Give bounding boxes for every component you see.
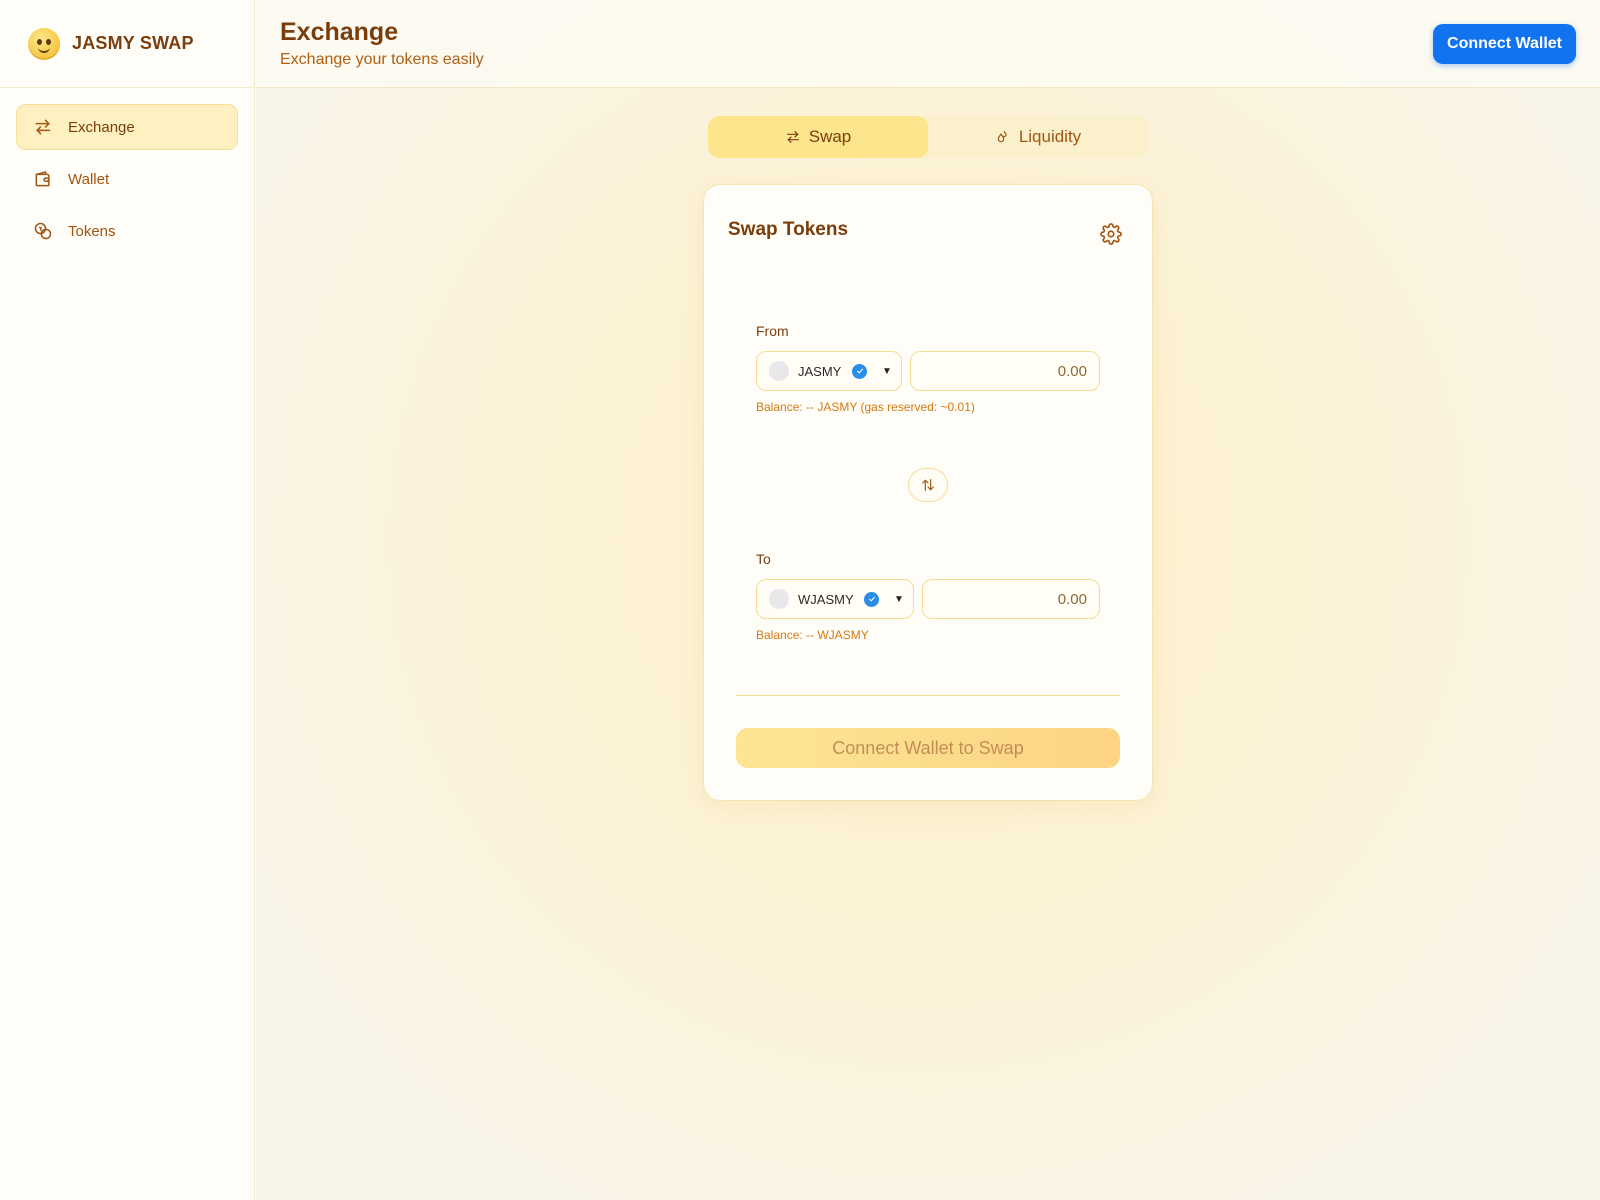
swap-arrows-icon: [786, 131, 799, 143]
arrows-exchange-icon: [33, 117, 53, 137]
to-amount-input[interactable]: [922, 579, 1100, 619]
tab-swap[interactable]: Swap: [708, 116, 928, 158]
swap-vertical-icon: [922, 479, 934, 491]
chevron-down-icon: ▼: [894, 593, 904, 605]
tab-label: Liquidity: [1018, 127, 1082, 146]
to-balance: Balance: -- WJASMY: [756, 628, 869, 642]
from-balance: Balance: -- JASMY (gas reserved: ~0.01): [756, 400, 975, 414]
swap-card: Swap Tokens From JASMY ▼ Balance: -- JAS…: [704, 185, 1152, 800]
exchange-tabs: Swap Liquidity: [708, 116, 1148, 158]
connect-wallet-to-swap-button[interactable]: Connect Wallet to Swap: [736, 728, 1120, 768]
connect-wallet-button[interactable]: Connect Wallet: [1433, 24, 1576, 64]
verified-check-icon: [852, 363, 867, 379]
sidebar-item-label: Tokens: [68, 222, 116, 240]
main-content: Exchange Exchange your tokens easily Con…: [256, 0, 1600, 1200]
brand[interactable]: JASMY SWAP: [0, 0, 254, 88]
wallet-icon: [33, 169, 53, 189]
page-subtitle: Exchange your tokens easily: [280, 51, 484, 68]
logo-icon: [28, 27, 60, 60]
droplets-icon: [997, 131, 1007, 143]
sidebar-item-label: Wallet: [68, 170, 110, 188]
to-token-name: WJASMY: [798, 591, 854, 607]
to-token-select[interactable]: WJASMY ▼: [756, 579, 914, 619]
verified-check-icon: [864, 591, 879, 607]
token-logo-icon: [769, 361, 789, 381]
sidebar-nav: Exchange Wallet Tokens: [0, 88, 254, 276]
divider: [736, 695, 1120, 696]
coins-icon: [33, 221, 53, 241]
sidebar-item-wallet[interactable]: Wallet: [16, 156, 238, 202]
token-logo-icon: [769, 589, 789, 609]
from-amount-input[interactable]: [910, 351, 1100, 391]
sidebar-item-label: Exchange: [68, 118, 135, 136]
sidebar-item-tokens[interactable]: Tokens: [16, 208, 238, 254]
flip-tokens-button[interactable]: [908, 468, 948, 502]
brand-name: JASMY SWAP: [72, 33, 194, 53]
gear-icon[interactable]: [1100, 223, 1122, 245]
from-label: From: [756, 323, 789, 339]
card-title: Swap Tokens: [728, 219, 849, 240]
page-title: Exchange: [280, 18, 399, 46]
from-token-select[interactable]: JASMY ▼: [756, 351, 902, 391]
chevron-down-icon: ▼: [882, 365, 892, 377]
tab-liquidity[interactable]: Liquidity: [928, 116, 1148, 158]
to-label: To: [756, 551, 771, 567]
tab-label: Swap: [808, 127, 852, 146]
sidebar-item-exchange[interactable]: Exchange: [16, 104, 238, 150]
page-header: Exchange Exchange your tokens easily Con…: [256, 0, 1600, 88]
sidebar: JASMY SWAP Exchange Wallet Tokens: [0, 0, 255, 1200]
from-token-name: JASMY: [798, 363, 842, 379]
